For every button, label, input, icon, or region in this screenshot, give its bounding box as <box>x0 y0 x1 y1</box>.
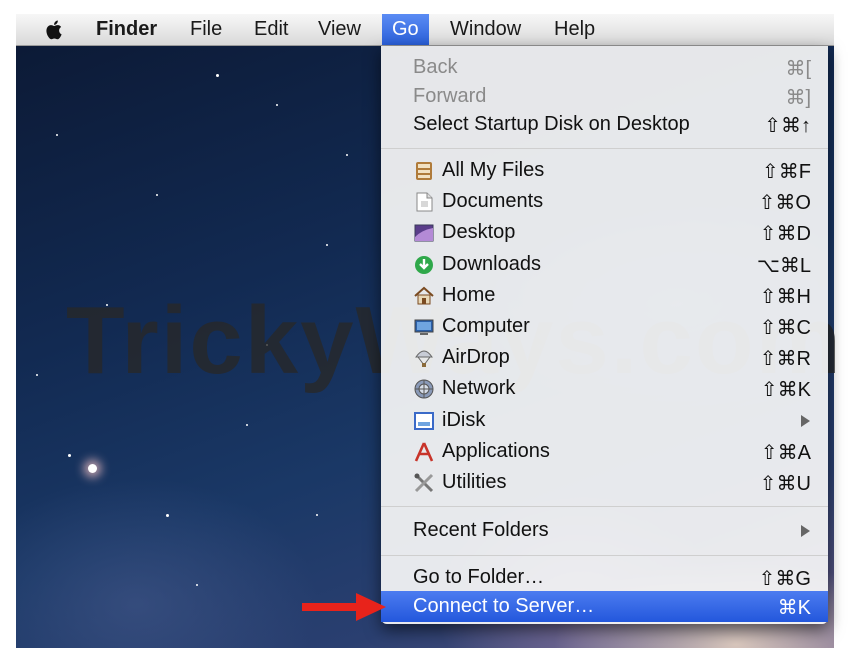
menu-item-applications[interactable]: Applications ⇧⌘A <box>381 436 828 467</box>
menu-separator <box>381 555 828 556</box>
menu-item-network[interactable]: Network ⇧⌘K <box>381 373 828 404</box>
apple-icon[interactable] <box>44 19 66 41</box>
menu-item-select-startup-disk[interactable]: Select Startup Disk on Desktop ⇧⌘↑ <box>381 109 828 140</box>
shortcut-label: ⇧⌘A <box>760 442 811 464</box>
home-icon <box>414 286 434 305</box>
menu-item-downloads[interactable]: Downloads ⌥⌘L <box>381 249 828 280</box>
menu-item-utilities[interactable]: Utilities ⇧⌘U <box>381 467 828 498</box>
shortcut-label: ⌘[ <box>785 58 811 80</box>
star <box>56 134 58 136</box>
menu-item-all-my-files[interactable]: All My Files ⇧⌘F <box>381 155 828 186</box>
applications-icon <box>414 442 434 462</box>
shortcut-label: ⇧⌘O <box>758 192 811 214</box>
shortcut-label: ⌥⌘L <box>756 255 811 277</box>
utilities-icon <box>414 473 434 493</box>
menu-window[interactable]: Window <box>450 14 521 45</box>
downloads-icon <box>415 256 433 274</box>
menu-go[interactable]: Go <box>382 14 429 45</box>
menu-item-label: Computer <box>442 315 530 337</box>
star <box>346 154 348 156</box>
menu-item-label: Go to Folder… <box>413 566 545 588</box>
menu-item-label: All My Files <box>442 159 545 181</box>
shortcut-label: ⌘K <box>777 597 811 619</box>
submenu-arrow-icon <box>801 415 810 427</box>
star <box>326 244 328 246</box>
star <box>166 514 169 517</box>
shortcut-label: ⇧⌘↑ <box>764 115 811 137</box>
shortcut-label: ⇧⌘K <box>760 379 811 401</box>
menu-item-back[interactable]: Back ⌘[ <box>381 52 828 83</box>
submenu-arrow-icon <box>801 525 810 537</box>
menu-item-label: AirDrop <box>442 346 510 368</box>
menu-item-forward[interactable]: Forward ⌘] <box>381 81 828 112</box>
shortcut-label: ⇧⌘U <box>759 473 811 495</box>
menu-item-label: Downloads <box>442 253 541 275</box>
star <box>156 194 158 196</box>
star <box>196 584 198 586</box>
menu-item-label: Applications <box>442 440 550 462</box>
menu-item-airdrop[interactable]: AirDrop ⇧⌘R <box>381 342 828 373</box>
menu-item-label: Utilities <box>442 471 507 493</box>
shortcut-label: ⇧⌘H <box>759 286 811 308</box>
menu-item-label: Connect to Server… <box>413 595 595 617</box>
airdrop-icon <box>415 350 433 367</box>
menu-item-go-to-folder[interactable]: Go to Folder… ⇧⌘G <box>381 562 828 593</box>
star <box>106 304 108 306</box>
star <box>266 344 268 346</box>
menu-item-label: Select Startup Disk on Desktop <box>413 113 690 135</box>
menu-separator <box>381 148 828 149</box>
shortcut-label: ⇧⌘G <box>758 568 811 590</box>
go-menu-dropdown: Back ⌘[ Forward ⌘] Select Startup Disk o… <box>381 46 828 624</box>
menu-item-recent-folders[interactable]: Recent Folders <box>381 515 828 546</box>
menu-item-label: Documents <box>442 190 544 212</box>
star <box>216 74 219 77</box>
network-icon <box>414 379 434 399</box>
desktop-icon <box>414 224 434 242</box>
star <box>316 514 318 516</box>
idisk-icon <box>414 412 434 430</box>
shortcut-label: ⌘] <box>785 87 811 109</box>
documents-icon <box>416 192 433 212</box>
menu-item-label: Recent Folders <box>413 519 549 541</box>
menu-item-computer[interactable]: Computer ⇧⌘C <box>381 311 828 342</box>
menu-item-label: Forward <box>413 85 487 107</box>
shortcut-label: ⇧⌘F <box>762 161 811 183</box>
menu-view[interactable]: View <box>318 14 361 45</box>
star <box>276 104 278 106</box>
menu-item-label: Desktop <box>442 221 516 243</box>
star <box>246 424 248 426</box>
menu-item-label: Home <box>442 284 496 306</box>
menu-item-documents[interactable]: Documents ⇧⌘O <box>381 186 828 217</box>
menu-edit[interactable]: Edit <box>254 14 288 45</box>
menu-item-label: Network <box>442 377 516 399</box>
computer-icon <box>414 319 434 335</box>
star <box>88 464 97 473</box>
menu-item-label: iDisk <box>442 409 486 431</box>
menu-help[interactable]: Help <box>554 14 595 45</box>
star <box>68 454 71 457</box>
star <box>36 374 38 376</box>
all-my-files-icon <box>416 162 432 180</box>
menu-item-label: Back <box>413 56 458 78</box>
menu-bar: Finder File Edit View Go Window Help <box>16 14 834 46</box>
menu-item-home[interactable]: Home ⇧⌘H <box>381 280 828 311</box>
menu-item-idisk[interactable]: iDisk <box>381 405 828 436</box>
shortcut-label: ⇧⌘C <box>759 317 811 339</box>
menu-item-connect-to-server[interactable]: Connect to Server… ⌘K <box>381 591 828 622</box>
menu-item-desktop[interactable]: Desktop ⇧⌘D <box>381 217 828 248</box>
menu-file[interactable]: File <box>190 14 222 45</box>
shortcut-label: ⇧⌘R <box>759 348 811 370</box>
menu-separator <box>381 506 828 507</box>
menu-finder[interactable]: Finder <box>96 14 157 45</box>
shortcut-label: ⇧⌘D <box>759 223 811 245</box>
red-arrow-icon <box>302 593 386 621</box>
